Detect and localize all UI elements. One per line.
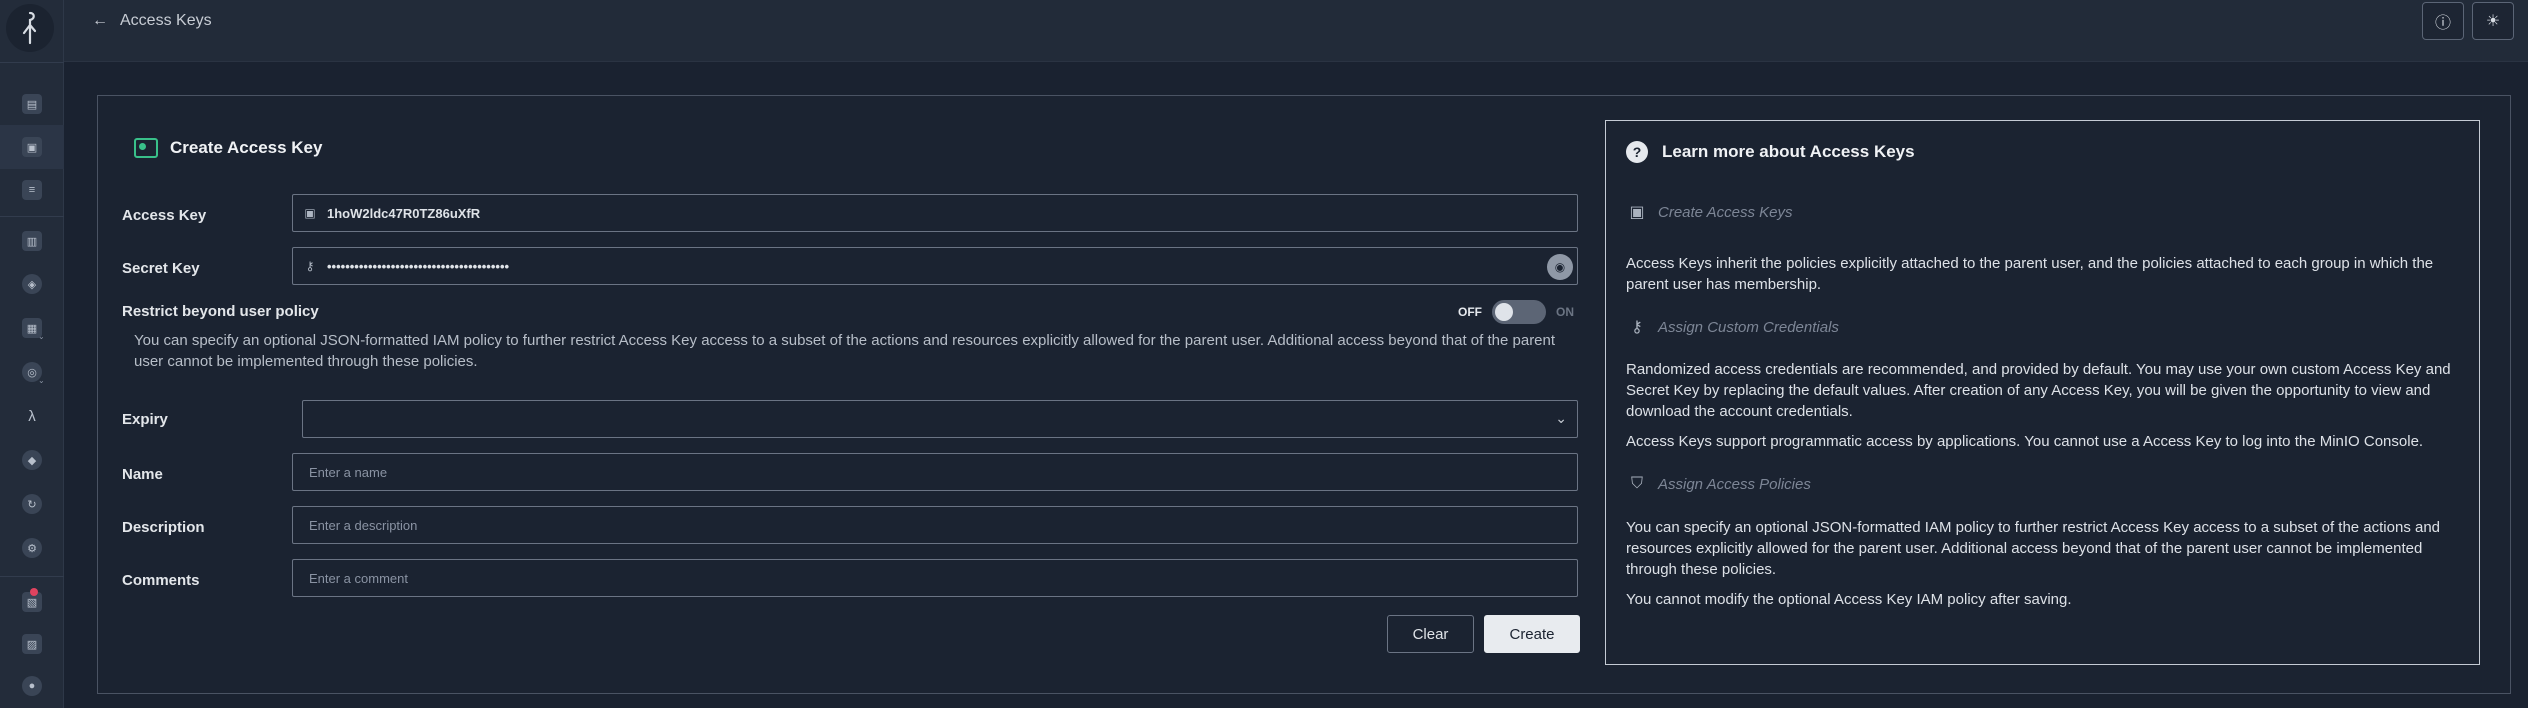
secret-key-field[interactable]: ⚷ ◉ (292, 247, 1578, 285)
sidebar-item-profile[interactable]: ● (0, 664, 64, 708)
chevron-down-icon: ⌄ (38, 376, 45, 385)
sidebar-item-tiering[interactable]: ◆ (0, 438, 64, 482)
show-password-icon[interactable]: ◉ (1547, 254, 1573, 280)
clear-button[interactable]: Clear (1387, 615, 1474, 653)
replication-icon: ↻ (22, 494, 42, 514)
toggle-off-label: OFF (1458, 305, 1482, 319)
help-section-policies-text-2: You cannot modify the optional Access Ke… (1626, 591, 2072, 608)
secret-key-label: Secret Key (122, 260, 200, 277)
sidebar-item-administrator-buckets[interactable]: ▥ (0, 219, 64, 263)
help-section-policies-title: Assign Access Policies (1658, 475, 1811, 493)
question-circle-icon: ⓘ (2434, 15, 2451, 32)
restrict-policy-toggle-group: OFF ON (1458, 300, 1574, 324)
id-card-icon: ▣ (1629, 204, 1645, 221)
shield-icon: ⛉ (1630, 475, 1643, 492)
help-section-create-text: Access Keys inherit the policies explici… (1626, 255, 2434, 293)
sidebar-item-buckets[interactable]: ▤ (0, 82, 64, 126)
restrict-policy-toggle[interactable] (1492, 300, 1546, 324)
help-section-create: ▣ Create Access Keys (1626, 201, 1793, 223)
help-button[interactable]: ⓘ (2422, 2, 2464, 40)
create-button[interactable]: Create (1484, 615, 1580, 653)
help-title-text: Learn more about Access Keys (1662, 142, 1915, 161)
help-section-credentials: ⚷ Assign Custom Credentials (1626, 316, 1839, 338)
minio-logo-icon[interactable] (6, 4, 54, 52)
comments-field[interactable] (292, 559, 1578, 597)
theme-toggle-button[interactable]: ☀ (2472, 2, 2514, 40)
expiry-label: Expiry (122, 411, 168, 428)
page-header: ← Access Keys ⓘ ☀ (64, 0, 2528, 62)
back-link[interactable]: ← Access Keys (92, 12, 212, 30)
create-access-key-panel: Create Access Key Access Key ▣ Secret Ke… (97, 95, 2511, 694)
key-icon: ⚷ (1631, 319, 1643, 336)
help-title: ? Learn more about Access Keys (1626, 141, 1915, 163)
description-label: Description (122, 519, 205, 536)
help-section-policies: ⛉ Assign Access Policies (1626, 473, 1811, 495)
access-key-card-icon (134, 138, 158, 158)
shield-icon: ◈ (22, 274, 42, 294)
toggle-on-label: ON (1556, 305, 1574, 319)
help-section-credentials-text: Randomized access credentials are recomm… (1626, 361, 2451, 420)
health-icon: ▨ (22, 634, 42, 654)
form-title: Create Access Key (134, 138, 322, 158)
access-key-input[interactable] (327, 195, 1577, 231)
expiry-select[interactable]: ⌄ (302, 400, 1578, 438)
chevron-down-icon: ⌄ (38, 332, 45, 341)
sidebar-item-policies[interactable]: ◈ (0, 262, 64, 306)
help-box: ? Learn more about Access Keys ▣ Create … (1605, 120, 2480, 665)
sidebar-item-identity[interactable]: ▦ ⌄ (0, 306, 64, 350)
key-icon: ⚷ (305, 259, 315, 273)
storage-icon: ▥ (22, 231, 42, 251)
sidebar-item-license[interactable]: ▧ (0, 580, 64, 624)
help-section-policies-text: You can specify an optional JSON-formatt… (1626, 519, 2441, 578)
sidebar-item-health[interactable]: ▨ (0, 622, 64, 666)
access-key-field[interactable]: ▣ (292, 194, 1578, 232)
access-key-icon: ▣ (22, 137, 42, 157)
access-key-label: Access Key (122, 207, 207, 224)
sun-icon: ☀ (2485, 13, 2501, 30)
bucket-icon: ▤ (22, 94, 42, 114)
help-section-credentials-title: Assign Custom Credentials (1658, 318, 1839, 336)
sidebar-item-access-keys[interactable]: ▣ (0, 125, 64, 169)
sidebar-item-documentation[interactable]: ≡ (0, 168, 64, 212)
sidebar-item-site-replication[interactable]: ↻ (0, 482, 64, 526)
form-title-text: Create Access Key (170, 138, 323, 157)
sidebar-item-configuration[interactable]: ⚙ (0, 526, 64, 570)
id-card-icon: ▣ (304, 206, 316, 220)
description-field[interactable] (292, 506, 1578, 544)
restrict-policy-title: Restrict beyond user policy (122, 303, 319, 320)
tiering-icon: ◆ (22, 450, 42, 470)
lambda-icon: λ (28, 407, 36, 425)
arrow-left-icon: ← (92, 12, 108, 29)
help-section-create-title: Create Access Keys (1658, 203, 1793, 221)
back-link-label: Access Keys (120, 12, 212, 29)
comments-label: Comments (122, 572, 200, 589)
name-input[interactable] (293, 454, 1577, 490)
chevron-down-icon: ⌄ (1555, 410, 1567, 426)
user-icon: ● (22, 676, 42, 696)
secret-key-input[interactable] (327, 248, 1577, 284)
help-section-credentials-text-2: Access Keys support programmatic access … (1626, 433, 2424, 450)
sidebar-item-events[interactable]: λ (0, 394, 64, 438)
description-input[interactable] (293, 507, 1577, 543)
restrict-policy-description: You can specify an optional JSON-formatt… (134, 332, 1556, 370)
notification-dot (30, 588, 38, 596)
name-label: Name (122, 466, 163, 483)
question-icon: ? (1626, 141, 1648, 163)
comments-input[interactable] (293, 560, 1577, 596)
documentation-icon: ≡ (22, 180, 42, 200)
name-field[interactable] (292, 453, 1578, 491)
sidebar-item-monitoring[interactable]: ◎ ⌄ (0, 350, 64, 394)
gear-icon: ⚙ (22, 538, 42, 558)
sidebar: ▤ ▣ ≡ ▥ ◈ ▦ ⌄ ◎ ⌄ λ ◆ ↻ ⚙ ▧ ▨ ● (0, 0, 64, 708)
